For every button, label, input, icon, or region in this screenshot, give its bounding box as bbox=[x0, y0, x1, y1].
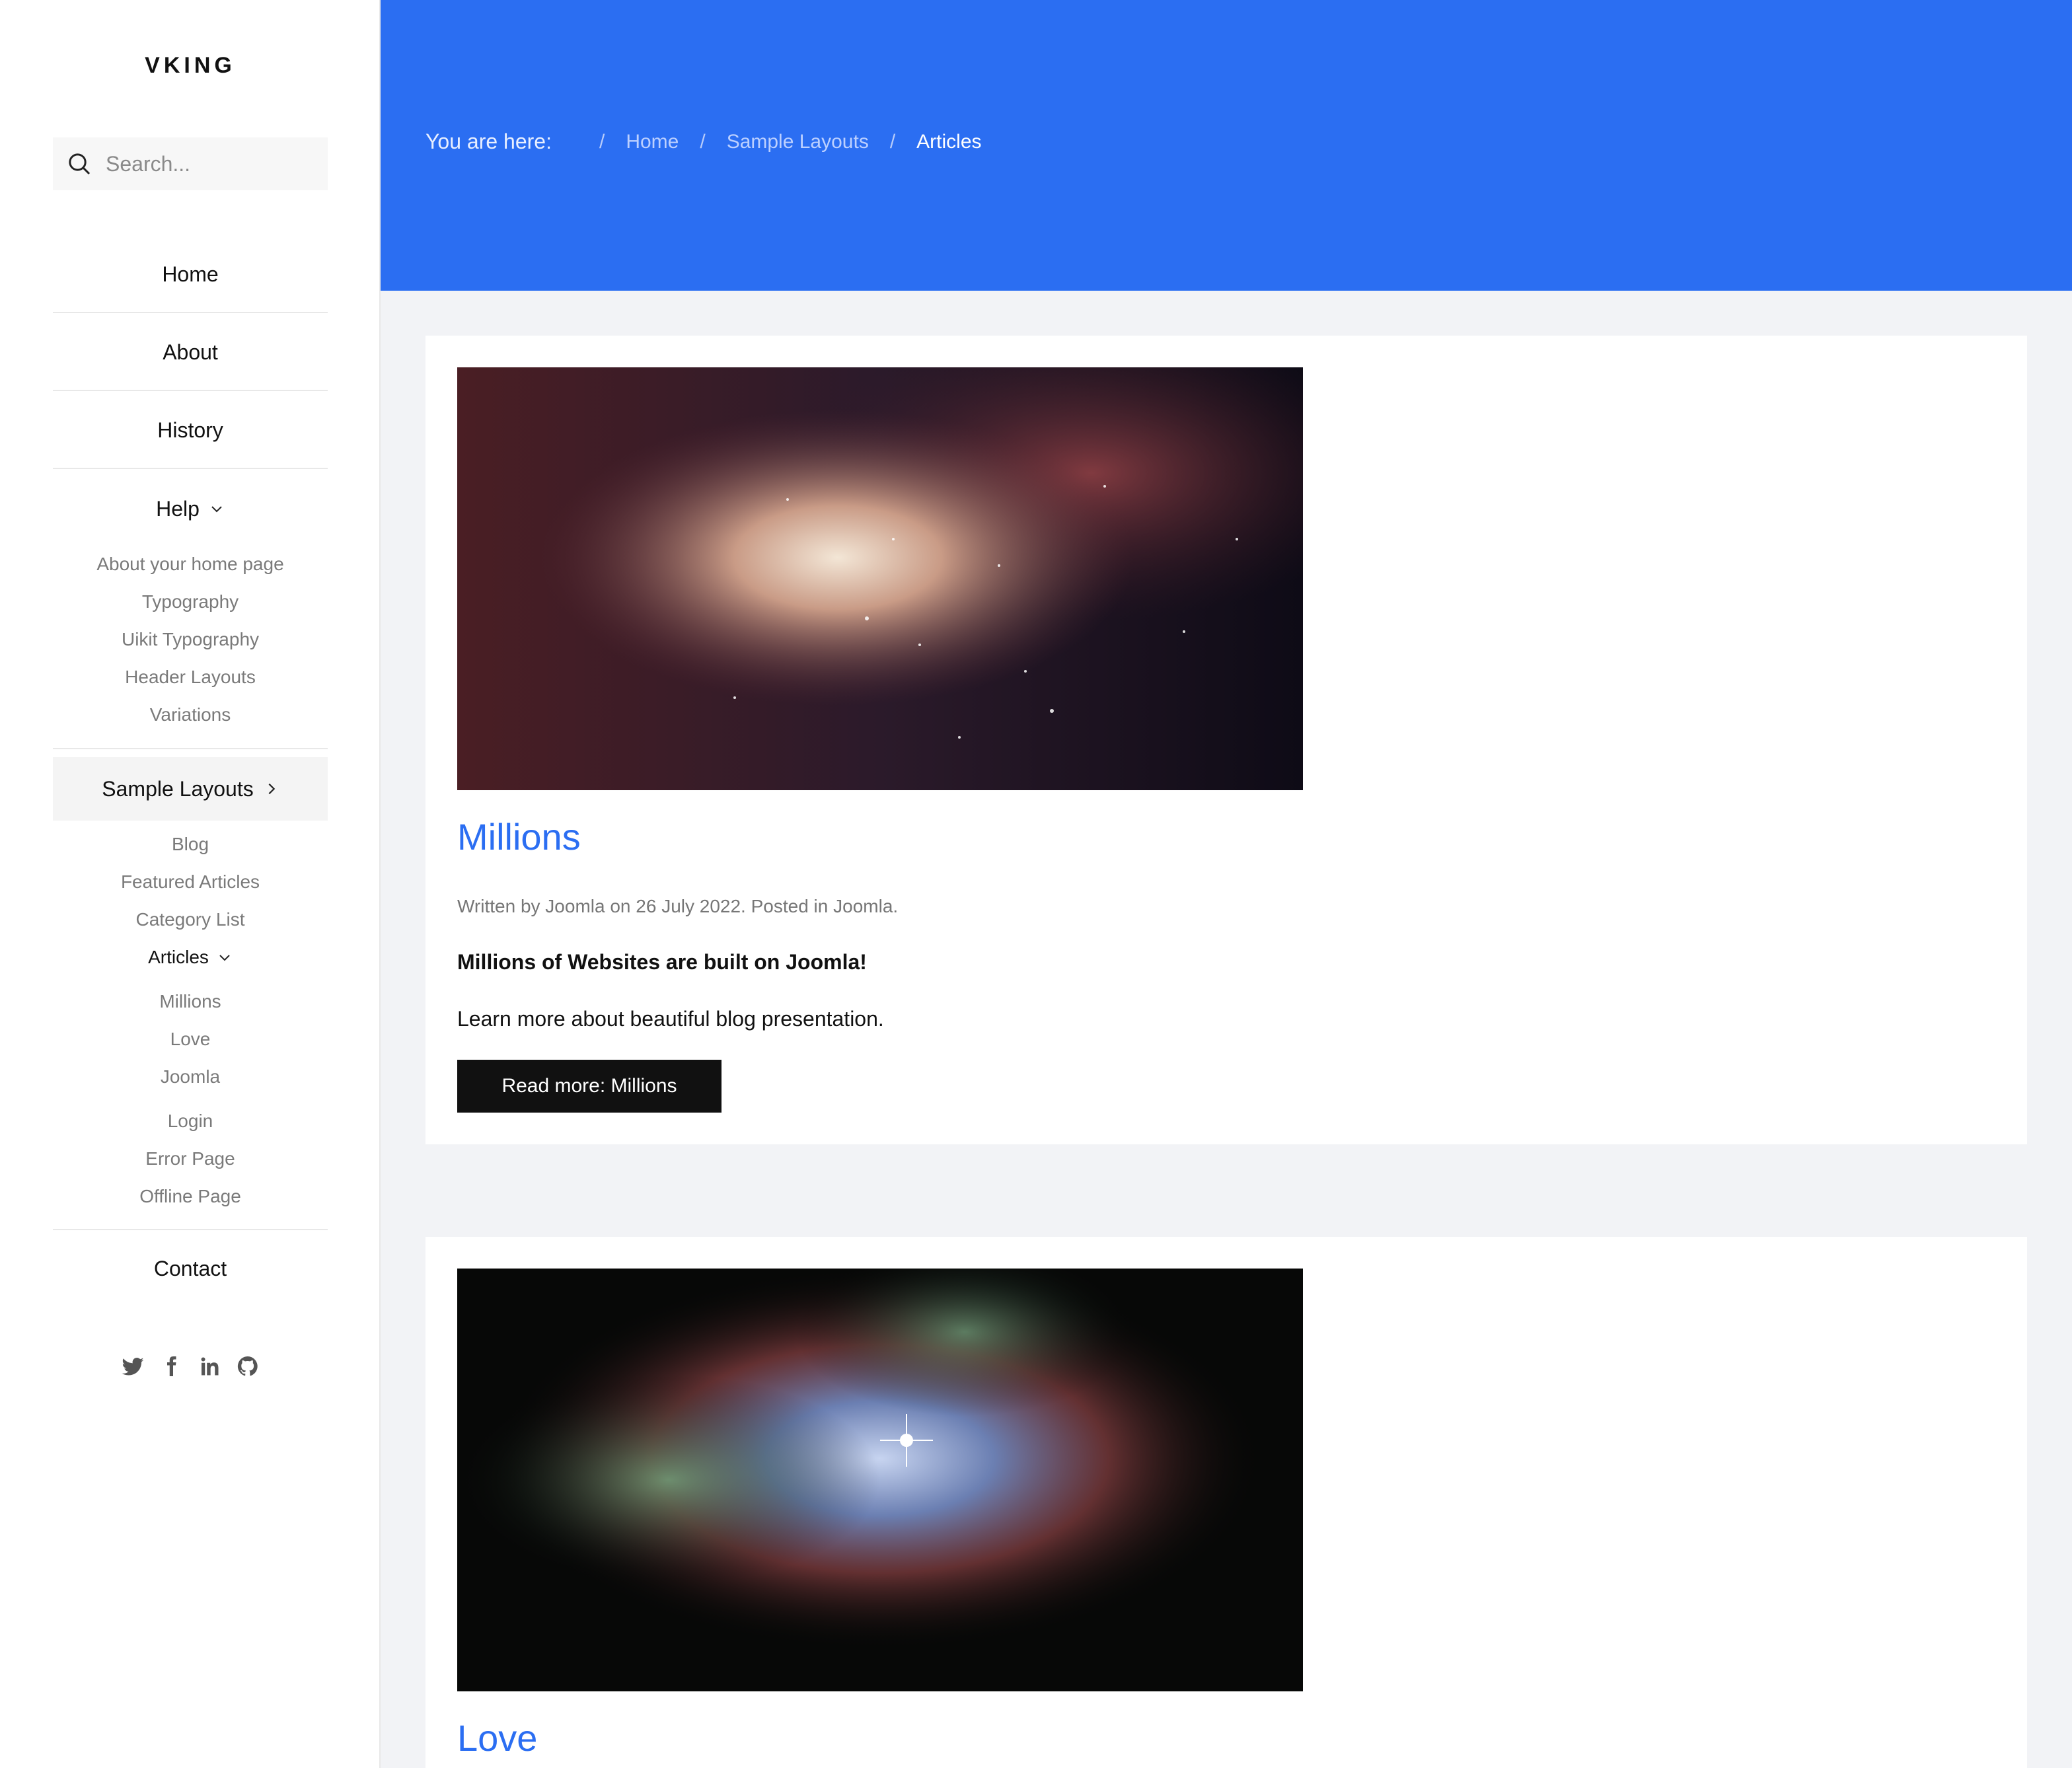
search-icon bbox=[69, 153, 91, 175]
article-title[interactable]: Love bbox=[457, 1716, 537, 1759]
facebook-icon[interactable] bbox=[159, 1354, 183, 1378]
breadcrumb-separator: / bbox=[700, 130, 706, 153]
nav-help-label: Help bbox=[156, 496, 200, 521]
nav-contact-label: Contact bbox=[153, 1256, 227, 1280]
social-links bbox=[0, 1354, 381, 1378]
sidebar: VKING Home About History Help About your… bbox=[0, 0, 381, 1768]
article-lead: Millions of Websites are built on Joomla… bbox=[457, 950, 867, 974]
breadcrumb-separator: / bbox=[889, 130, 896, 153]
nav-home[interactable]: Home bbox=[53, 237, 328, 313]
read-more-button[interactable]: Read more: Millions bbox=[457, 1060, 722, 1113]
breadcrumb-sample-layouts[interactable]: Sample Layouts bbox=[727, 131, 869, 153]
nav-help-item[interactable]: Header Layouts bbox=[53, 667, 328, 688]
search-box[interactable] bbox=[53, 137, 328, 190]
nav-help-item[interactable]: About your home page bbox=[53, 554, 328, 575]
chevron-right-icon bbox=[268, 783, 275, 795]
nav-article-item[interactable]: Millions bbox=[53, 991, 328, 1012]
linkedin-icon[interactable] bbox=[198, 1354, 221, 1378]
nav-about[interactable]: About bbox=[53, 314, 328, 391]
nav-contact[interactable]: Contact bbox=[53, 1230, 328, 1307]
nav-article-item[interactable]: Joomla bbox=[53, 1066, 328, 1087]
breadcrumb: You are here: / Home / Sample Layouts / … bbox=[426, 129, 982, 154]
chevron-down-icon bbox=[211, 506, 222, 513]
nav-article-item[interactable]: Love bbox=[53, 1029, 328, 1050]
nav-help-item[interactable]: Uikit Typography bbox=[53, 629, 328, 650]
article-image[interactable] bbox=[457, 1269, 1303, 1691]
nav-articles[interactable]: Articles bbox=[53, 947, 328, 968]
nav-about-label: About bbox=[163, 340, 218, 364]
article-title[interactable]: Millions bbox=[457, 815, 581, 858]
nav-sample-item[interactable]: Blog bbox=[53, 834, 328, 855]
divider bbox=[53, 748, 328, 749]
twitter-icon[interactable] bbox=[121, 1354, 145, 1378]
breadcrumb-separator: / bbox=[599, 130, 605, 153]
nav-articles-label: Articles bbox=[148, 947, 209, 967]
nav-extra-item[interactable]: Offline Page bbox=[53, 1186, 328, 1207]
breadcrumb-current: Articles bbox=[916, 130, 982, 153]
nav-extra-item[interactable]: Login bbox=[53, 1111, 328, 1132]
github-icon[interactable] bbox=[236, 1354, 260, 1378]
nav-sample-layouts[interactable]: Sample Layouts bbox=[53, 757, 328, 821]
breadcrumb-home[interactable]: Home bbox=[626, 131, 679, 153]
article-meta: Written by Joomla on 26 July 2022. Poste… bbox=[457, 896, 899, 916]
nav-home-label: Home bbox=[162, 262, 219, 286]
article-card: Millions Written by Joomla on 26 July 20… bbox=[426, 336, 2027, 1144]
nav-history[interactable]: History bbox=[53, 392, 328, 469]
nav-sample-item[interactable]: Featured Articles bbox=[53, 871, 328, 893]
article-card: Love bbox=[426, 1237, 2027, 1768]
nav-extra-item[interactable]: Error Page bbox=[53, 1148, 328, 1169]
article-image[interactable] bbox=[457, 367, 1303, 790]
nav-sample-item[interactable]: Category List bbox=[53, 909, 328, 930]
nav-help[interactable]: Help bbox=[53, 470, 328, 547]
nav-sample-layouts-label: Sample Layouts bbox=[102, 776, 254, 801]
chevron-down-icon bbox=[219, 955, 230, 961]
hero-banner: You are here: / Home / Sample Layouts / … bbox=[381, 0, 2072, 291]
nav-history-label: History bbox=[157, 418, 223, 442]
search-input[interactable] bbox=[106, 151, 317, 176]
nav-help-item[interactable]: Variations bbox=[53, 704, 328, 725]
site-logo[interactable]: VKING bbox=[0, 53, 381, 79]
breadcrumb-label: You are here: bbox=[426, 129, 552, 153]
article-body: Learn more about beautiful blog presenta… bbox=[457, 1007, 884, 1031]
nav-help-item[interactable]: Typography bbox=[53, 591, 328, 612]
